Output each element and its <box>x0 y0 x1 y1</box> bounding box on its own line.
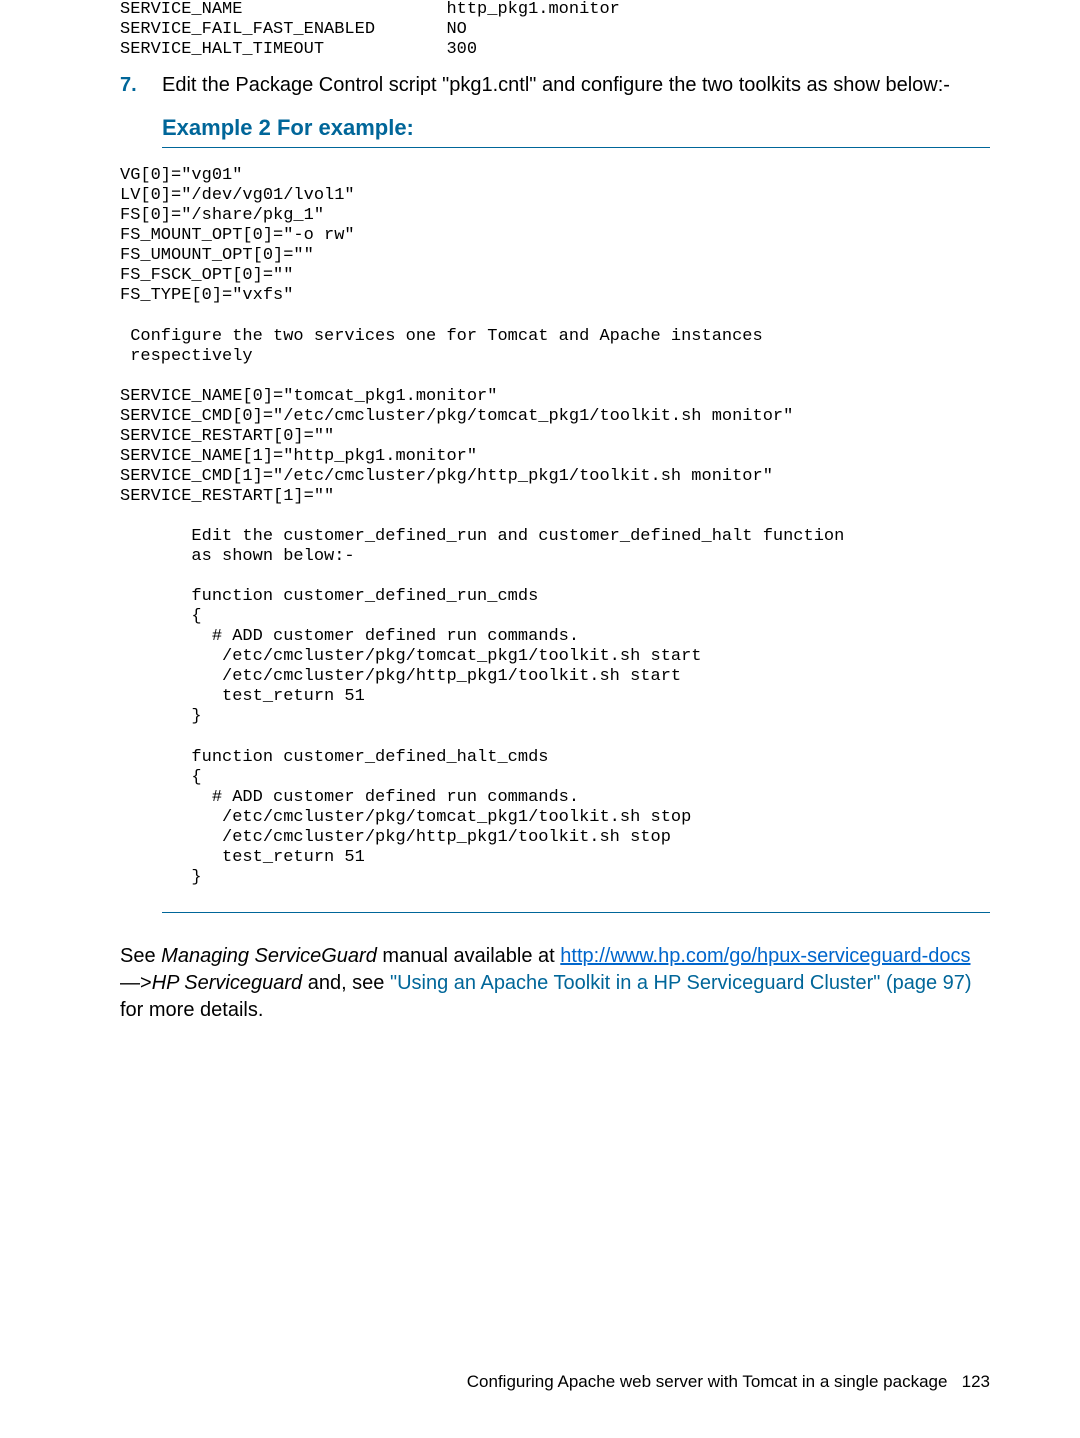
step-7: 7. Edit the Package Control script "pkg1… <box>120 74 990 97</box>
step-number: 7. <box>120 74 162 97</box>
closing-hp: HP Serviceguard <box>152 972 302 994</box>
page-footer: Configuring Apache web server with Tomca… <box>0 1372 1080 1392</box>
closing-pre: See <box>120 945 161 967</box>
closing-arrow: —> <box>120 972 152 994</box>
closing-mid2: and, see <box>302 972 390 994</box>
closing-link[interactable]: http://www.hp.com/go/hpux-serviceguard-d… <box>560 945 970 967</box>
top-code-block: SERVICE_NAME http_pkg1.monitor SERVICE_F… <box>120 0 990 60</box>
closing-mid1: manual available at <box>377 945 560 967</box>
example-title: Example 2 For example: <box>162 115 990 141</box>
closing-teal: "Using an Apache Toolkit in a HP Service… <box>390 972 972 994</box>
closing-post: for more details. <box>120 999 263 1021</box>
divider-top <box>162 147 990 148</box>
footer-page: 123 <box>962 1372 990 1391</box>
closing-manual: Managing ServiceGuard <box>161 945 377 967</box>
example-code-block: VG[0]="vg01" LV[0]="/dev/vg01/lvol1" FS[… <box>120 166 990 888</box>
footer-text: Configuring Apache web server with Tomca… <box>467 1372 948 1391</box>
step-text: Edit the Package Control script "pkg1.cn… <box>162 74 950 97</box>
closing-paragraph: See Managing ServiceGuard manual availab… <box>120 943 990 1024</box>
divider-bottom <box>162 912 990 913</box>
